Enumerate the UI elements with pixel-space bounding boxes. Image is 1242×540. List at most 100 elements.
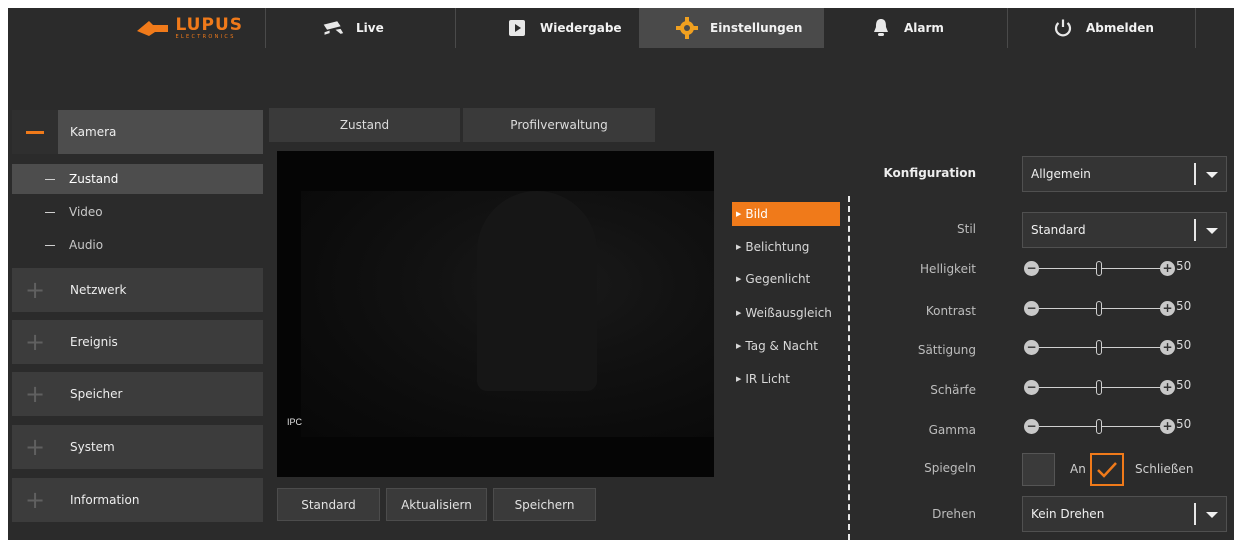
menu-item-tag-nacht[interactable]: ▶ Tag & Nacht xyxy=(732,334,840,358)
collapse-icon xyxy=(12,110,58,154)
sidebar-section-kamera[interactable]: Kamera xyxy=(12,110,263,154)
slider-label-gamma: Gamma xyxy=(928,423,976,437)
menu-item-bild[interactable]: ▶ Bild xyxy=(732,202,840,226)
menu-item-label: Bild xyxy=(745,207,768,221)
nav-abmelden[interactable]: Abmelden xyxy=(1008,8,1196,48)
sidebar-item-audio[interactable]: Audio xyxy=(12,230,263,260)
caret-right-icon: ▶ xyxy=(736,309,742,317)
slider-kontrast[interactable]: − + 50 xyxy=(1024,298,1200,318)
slider-value: 50 xyxy=(1176,417,1192,431)
refresh-button[interactable]: Aktualisiern xyxy=(386,488,487,521)
expand-icon: + xyxy=(24,276,46,304)
increase-icon[interactable]: + xyxy=(1160,261,1175,276)
slider-value: 50 xyxy=(1176,299,1192,313)
nav-wiedergabe-label: Wiedergabe xyxy=(540,21,622,35)
slider-label-saettigung: Sättigung xyxy=(917,343,976,357)
decrease-icon[interactable]: − xyxy=(1024,261,1039,276)
camera-icon xyxy=(322,17,344,39)
gear-icon xyxy=(676,17,698,39)
increase-icon[interactable]: + xyxy=(1160,301,1175,316)
logo: LUPUS ELECTRONICS xyxy=(8,8,266,48)
slider-thumb[interactable] xyxy=(1096,380,1102,395)
mirror-label: Spiegeln xyxy=(924,461,976,475)
nav-live[interactable]: Live xyxy=(266,8,456,48)
expand-icon: + xyxy=(24,486,46,514)
nav-einstellungen[interactable]: Einstellungen xyxy=(640,8,824,48)
sidebar-section-label: Kamera xyxy=(70,125,117,139)
dash-icon xyxy=(45,244,55,246)
dash-icon xyxy=(45,211,55,213)
nav-alarm-label: Alarm xyxy=(904,21,944,35)
increase-icon[interactable]: + xyxy=(1160,380,1175,395)
nav-wiedergabe[interactable]: Wiedergabe xyxy=(456,8,640,48)
slider-value: 50 xyxy=(1176,378,1192,392)
sidebar-section-information[interactable]: + Information xyxy=(12,478,263,522)
slider-thumb[interactable] xyxy=(1096,419,1102,434)
nav-einstellungen-label: Einstellungen xyxy=(710,21,803,35)
slider-schaerfe[interactable]: − + 50 xyxy=(1024,377,1200,397)
brand-subtitle: ELECTRONICS xyxy=(175,33,236,40)
rotate-label: Drehen xyxy=(932,507,976,521)
tab-zustand[interactable]: Zustand xyxy=(269,108,460,142)
brand-name: LUPUS xyxy=(175,14,243,35)
slider-gamma[interactable]: − + 50 xyxy=(1024,416,1200,436)
slider-label-kontrast: Kontrast xyxy=(925,304,976,318)
decrease-icon[interactable]: − xyxy=(1024,301,1039,316)
check-icon xyxy=(1097,461,1117,478)
sidebar-section-label: System xyxy=(70,440,115,454)
slider-helligkeit[interactable]: − + 50 xyxy=(1024,258,1200,278)
slider-saettigung[interactable]: − + 50 xyxy=(1024,337,1200,357)
slider-label-schaerfe: Schärfe xyxy=(930,383,976,397)
sidebar-section-ereignis[interactable]: + Ereignis xyxy=(12,320,263,364)
config-title: Konfiguration xyxy=(883,166,976,180)
chevron-down-icon xyxy=(1206,228,1218,234)
chevron-down-icon xyxy=(1206,172,1218,178)
sidebar-section-label: Ereignis xyxy=(70,335,118,349)
sidebar-section-netzwerk[interactable]: + Netzwerk xyxy=(12,268,263,312)
menu-item-label: Belichtung xyxy=(745,240,810,254)
sidebar-section-system[interactable]: + System xyxy=(12,425,263,469)
sidebar-section-speicher[interactable]: + Speicher xyxy=(12,372,263,416)
decrease-icon[interactable]: − xyxy=(1024,340,1039,355)
decrease-icon[interactable]: − xyxy=(1024,419,1039,434)
mirror-on-checkbox[interactable] xyxy=(1022,453,1055,486)
expand-icon: + xyxy=(24,328,46,356)
menu-item-weissausgleich[interactable]: ▶ Weißausgleich xyxy=(732,301,840,325)
slider-value: 50 xyxy=(1176,259,1192,273)
slider-label-helligkeit: Helligkeit xyxy=(920,262,976,276)
rotate-select[interactable]: Kein Drehen xyxy=(1022,496,1227,532)
menu-item-gegenlicht[interactable]: ▶ Gegenlicht xyxy=(732,267,840,291)
logo-icon xyxy=(137,21,169,36)
slider-thumb[interactable] xyxy=(1096,261,1102,276)
nav-alarm[interactable]: Alarm xyxy=(824,8,1008,48)
caret-right-icon: ▶ xyxy=(736,375,742,383)
expand-icon: + xyxy=(24,433,46,461)
save-button[interactable]: Speichern xyxy=(493,488,596,521)
chevron-down-icon xyxy=(1206,512,1218,518)
sidebar-item-label: Zustand xyxy=(69,172,119,186)
dash-icon xyxy=(45,178,55,180)
mirror-off-checkbox[interactable] xyxy=(1090,453,1124,486)
tab-profilverwaltung[interactable]: Profilverwaltung xyxy=(463,108,655,142)
sidebar-section-label: Information xyxy=(70,493,140,507)
slider-thumb[interactable] xyxy=(1096,301,1102,316)
menu-item-label: Gegenlicht xyxy=(745,272,811,286)
profile-select[interactable]: Allgemein xyxy=(1022,156,1227,192)
decrease-icon[interactable]: − xyxy=(1024,380,1039,395)
slider-thumb[interactable] xyxy=(1096,340,1102,355)
sub-toolbar xyxy=(8,48,1234,108)
mirror-off-label: Schließen xyxy=(1135,462,1194,476)
increase-icon[interactable]: + xyxy=(1160,419,1175,434)
menu-item-ir-licht[interactable]: ▶ IR Licht xyxy=(732,367,840,391)
sidebar-item-video[interactable]: Video xyxy=(12,197,263,227)
sidebar-section-label: Netzwerk xyxy=(70,283,127,297)
style-select[interactable]: Standard xyxy=(1022,212,1227,248)
caret-right-icon: ▶ xyxy=(736,210,742,218)
increase-icon[interactable]: + xyxy=(1160,340,1175,355)
menu-item-label: Tag & Nacht xyxy=(745,339,818,353)
standard-button[interactable]: Standard xyxy=(277,488,380,521)
menu-item-belichtung[interactable]: ▶ Belichtung xyxy=(732,235,840,259)
sidebar-item-label: Video xyxy=(69,205,103,219)
sidebar-item-zustand[interactable]: Zustand xyxy=(12,164,263,194)
rotate-select-value: Kein Drehen xyxy=(1031,507,1105,521)
